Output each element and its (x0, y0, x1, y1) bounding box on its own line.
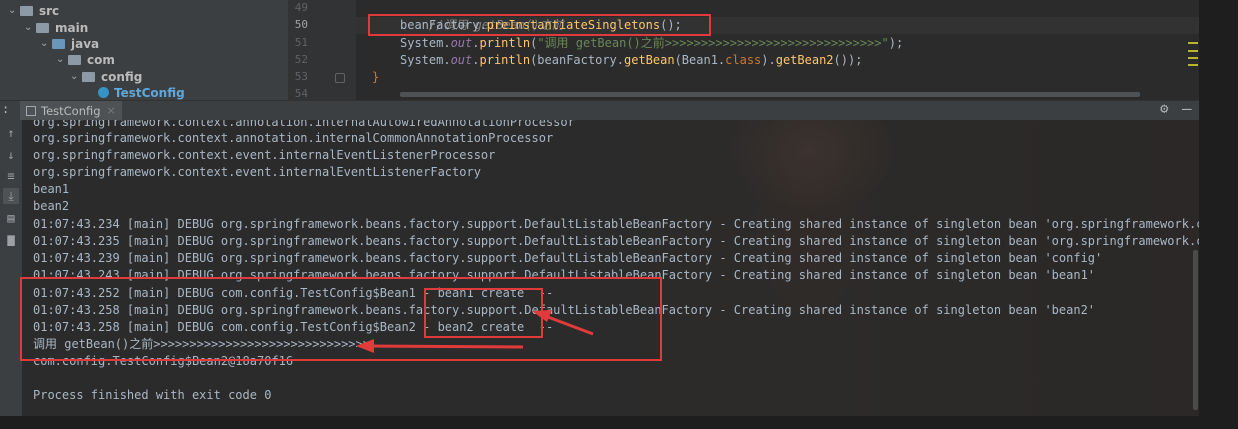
annotation-arrows (356, 310, 594, 353)
annotation-arrow-line (369, 344, 524, 349)
annotation-arrow-head (356, 339, 374, 353)
annotation-arrow-head (532, 310, 552, 322)
